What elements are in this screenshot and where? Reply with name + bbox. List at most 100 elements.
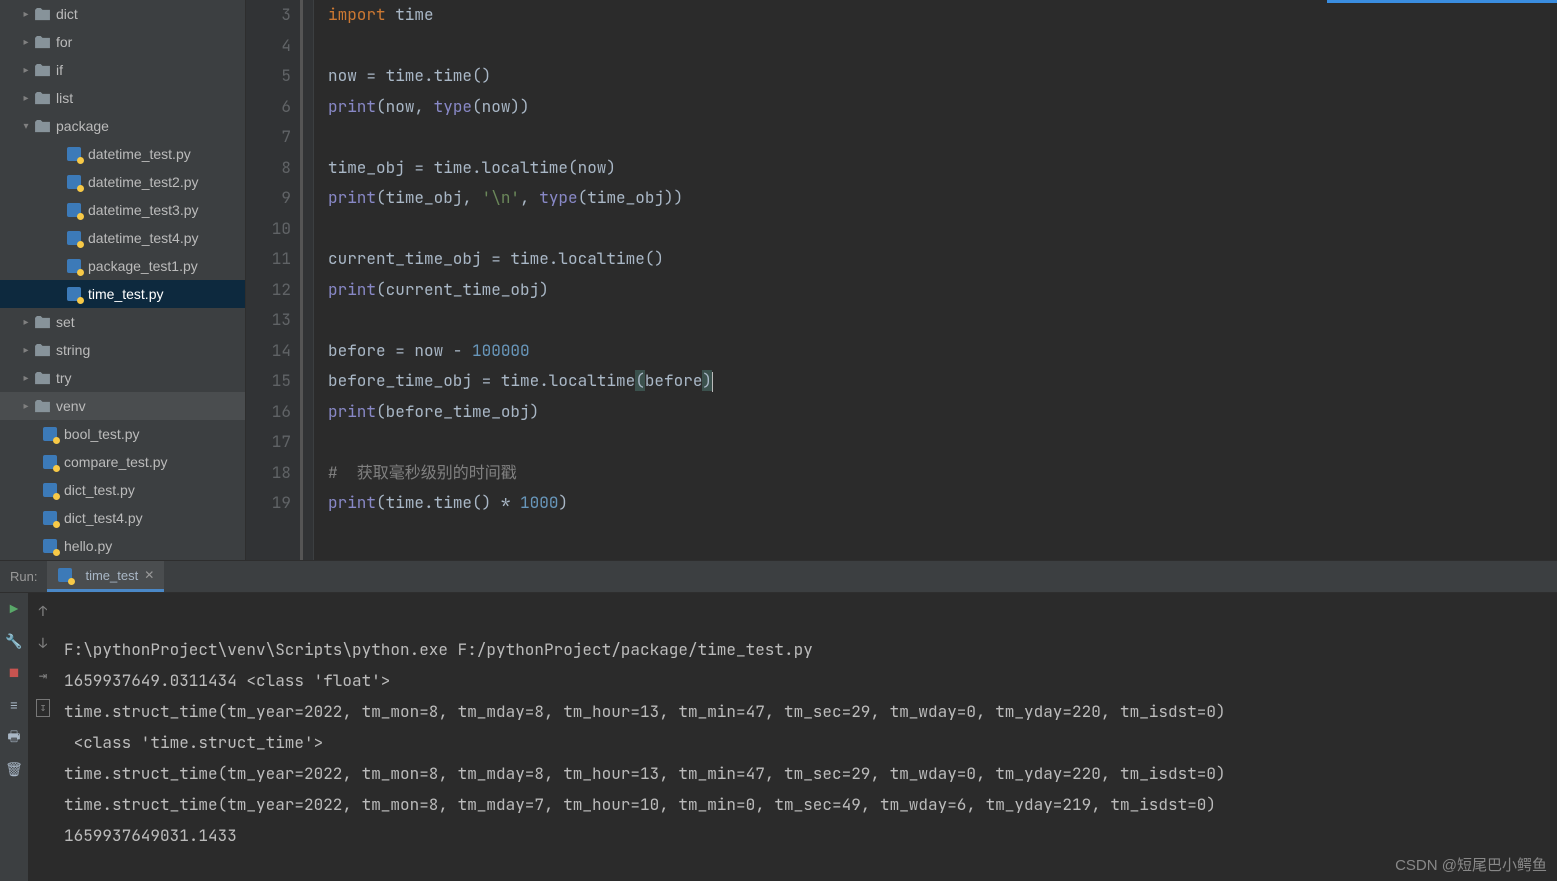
run-label: Run: (0, 569, 47, 584)
console-line: <class 'time.struct_time'> (64, 732, 323, 753)
tree-label: bool_test.py (64, 426, 140, 442)
close-icon[interactable]: ✕ (144, 568, 154, 582)
python-file-icon (42, 426, 58, 442)
tree-label: datetime_test2.py (88, 174, 199, 190)
tree-label: time_test.py (88, 286, 163, 302)
tree-file[interactable]: datetime_test4.py (0, 224, 245, 252)
folder-icon (34, 90, 50, 106)
rerun-icon[interactable]: ▶ (5, 601, 23, 619)
chevron-right-icon: ▸ (18, 34, 34, 50)
folder-icon (34, 342, 50, 358)
print-icon[interactable]: 🖶 (5, 729, 23, 747)
tree-file-active[interactable]: time_test.py (0, 280, 245, 308)
layout-icon[interactable]: ≡ (5, 697, 23, 715)
tree-file[interactable]: datetime_test3.py (0, 196, 245, 224)
python-file-icon (57, 567, 73, 583)
tree-label: hello.py (64, 538, 112, 554)
folder-icon (34, 6, 50, 22)
python-file-icon (66, 258, 82, 274)
run-tab-title: time_test (85, 568, 138, 583)
console-line: time.struct_time(tm_year=2022, tm_mon=8,… (64, 701, 1226, 722)
tree-file[interactable]: dict_test4.py (0, 504, 245, 532)
tree-label: datetime_test4.py (88, 230, 199, 246)
scroll-to-end-icon[interactable]: ↧ (36, 699, 51, 717)
tree-file[interactable]: datetime_test.py (0, 140, 245, 168)
folder-icon (34, 62, 50, 78)
tree-label: package_test1.py (88, 258, 198, 274)
chevron-right-icon: ▸ (18, 314, 34, 330)
folder-icon (34, 34, 50, 50)
console-line: time.struct_time(tm_year=2022, tm_mon=8,… (64, 794, 1216, 815)
run-toolbar-left: ▶ 🔧 ■ ≡ 🖶 🗑 (0, 593, 28, 881)
tree-file[interactable]: dict_test.py (0, 476, 245, 504)
tree-label: list (56, 90, 73, 106)
run-tabs-bar: Run: time_test ✕ (0, 561, 1557, 593)
tree-label: set (56, 314, 75, 330)
tree-folder-try[interactable]: ▸ try (0, 364, 245, 392)
console-line: 1659937649031.1433 (64, 825, 237, 846)
code-content[interactable]: import time now = time.time() print(now,… (314, 0, 1557, 560)
tree-label: string (56, 342, 90, 358)
python-file-icon (66, 286, 82, 302)
python-file-icon (42, 510, 58, 526)
tree-file[interactable]: datetime_test2.py (0, 168, 245, 196)
python-file-icon (66, 174, 82, 190)
chevron-right-icon: ▸ (18, 398, 34, 414)
folder-icon (34, 118, 50, 134)
tree-folder-if[interactable]: ▸ if (0, 56, 245, 84)
tree-folder-venv[interactable]: ▸ venv (0, 392, 245, 420)
tree-folder-string[interactable]: ▸ string (0, 336, 245, 364)
run-tab-active[interactable]: time_test ✕ (47, 561, 164, 592)
folder-icon (34, 370, 50, 386)
wrench-icon[interactable]: 🔧 (5, 633, 23, 651)
project-tree[interactable]: ▸ dict ▸ for ▸ if ▸ list ▾ package datet… (0, 0, 246, 560)
tree-folder-list[interactable]: ▸ list (0, 84, 245, 112)
chevron-down-icon: ▾ (18, 118, 34, 134)
python-file-icon (66, 230, 82, 246)
tree-file[interactable]: hello.py (0, 532, 245, 560)
soft-wrap-icon[interactable]: ⇥ (39, 667, 47, 685)
folder-icon (34, 314, 50, 330)
python-file-icon (42, 482, 58, 498)
code-editor[interactable]: 34 56 78 910 1112 1314 1516 1718 19 impo… (246, 0, 1557, 560)
down-arrow-icon[interactable]: ↓ (39, 635, 47, 653)
tree-label: dict_test4.py (64, 510, 143, 526)
tree-folder-package[interactable]: ▾ package (0, 112, 245, 140)
python-file-icon (42, 454, 58, 470)
console-line: 1659937649.0311434 <class 'float'> (64, 670, 390, 691)
tree-file[interactable]: compare_test.py (0, 448, 245, 476)
chevron-right-icon: ▸ (18, 342, 34, 358)
folder-icon (34, 398, 50, 414)
chevron-right-icon: ▸ (18, 62, 34, 78)
tree-label: package (56, 118, 109, 134)
tree-label: for (56, 34, 72, 50)
chevron-right-icon: ▸ (18, 90, 34, 106)
tree-folder-dict[interactable]: ▸ dict (0, 0, 245, 28)
watermark: CSDN @短尾巴小鳄鱼 (1395, 854, 1547, 875)
console-line: F:\pythonProject\venv\Scripts\python.exe… (64, 639, 813, 660)
tree-file[interactable]: package_test1.py (0, 252, 245, 280)
tree-label: datetime_test3.py (88, 202, 199, 218)
tree-label: if (56, 62, 63, 78)
tree-label: compare_test.py (64, 454, 168, 470)
chevron-right-icon: ▸ (18, 370, 34, 386)
tree-file[interactable]: bool_test.py (0, 420, 245, 448)
tree-label: try (56, 370, 72, 386)
tree-label: dict (56, 6, 78, 22)
tree-folder-set[interactable]: ▸ set (0, 308, 245, 336)
console-line: time.struct_time(tm_year=2022, tm_mon=8,… (64, 763, 1226, 784)
python-file-icon (42, 538, 58, 554)
up-arrow-icon[interactable]: ↑ (39, 603, 47, 621)
tree-label: dict_test.py (64, 482, 135, 498)
tree-label: datetime_test.py (88, 146, 191, 162)
tree-label: venv (56, 398, 86, 414)
chevron-right-icon: ▸ (18, 6, 34, 22)
console-output[interactable]: F:\pythonProject\venv\Scripts\python.exe… (58, 593, 1557, 881)
run-toolbar-nav: ↑ ↓ ⇥ ↧ (28, 593, 58, 881)
stop-icon[interactable]: ■ (5, 665, 23, 683)
delete-icon[interactable]: 🗑 (5, 761, 23, 779)
change-marker (300, 0, 303, 560)
python-file-icon (66, 146, 82, 162)
run-panel: Run: time_test ✕ ▶ 🔧 ■ ≡ 🖶 🗑 ↑ ↓ ⇥ ↧ F:\… (0, 560, 1557, 881)
tree-folder-for[interactable]: ▸ for (0, 28, 245, 56)
